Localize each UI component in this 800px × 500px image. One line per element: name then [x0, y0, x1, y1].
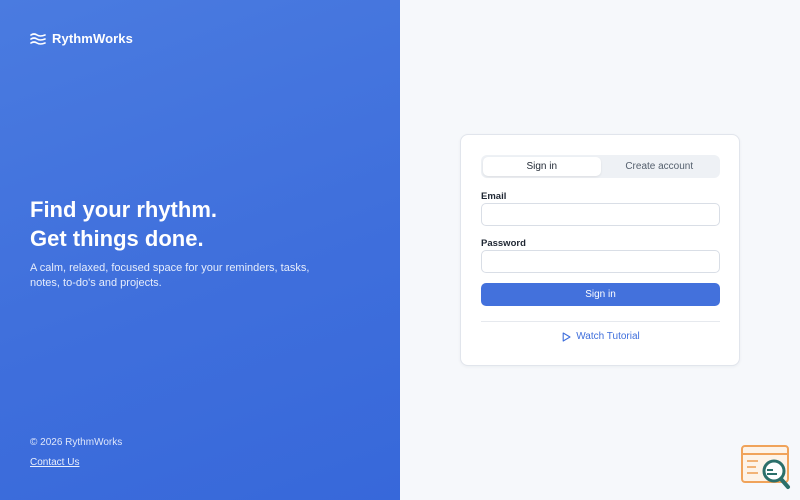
tagline: A calm, relaxed, focused space for your … — [30, 262, 310, 289]
headline-line-2: Get things done. — [30, 226, 204, 251]
auth-card: Sign in Create account Email Password Si… — [460, 134, 740, 366]
search-app-icon[interactable] — [740, 444, 792, 490]
auth-tabs: Sign in Create account — [481, 155, 720, 178]
tab-create-account[interactable]: Create account — [601, 157, 719, 176]
waves-icon — [30, 32, 46, 45]
sign-in-button[interactable]: Sign in — [481, 283, 720, 306]
password-label: Password — [481, 238, 526, 249]
email-field[interactable] — [481, 203, 720, 226]
brand: RythmWorks — [30, 31, 133, 46]
play-icon — [562, 331, 571, 342]
headline: Find your rhythm. Get things done. — [30, 195, 217, 253]
hero-panel: RythmWorks Find your rhythm. Get things … — [0, 0, 400, 500]
divider — [481, 321, 720, 322]
watch-tutorial-link[interactable]: Watch Tutorial — [461, 331, 741, 342]
password-field[interactable] — [481, 250, 720, 273]
headline-line-1: Find your rhythm. — [30, 197, 217, 222]
brand-name: RythmWorks — [52, 31, 133, 46]
watch-tutorial-label: Watch Tutorial — [576, 331, 640, 342]
copyright: © 2026 RythmWorks — [30, 437, 123, 448]
contact-us-link[interactable]: Contact Us — [30, 457, 79, 468]
email-label: Email — [481, 191, 507, 202]
tab-sign-in[interactable]: Sign in — [483, 157, 601, 176]
